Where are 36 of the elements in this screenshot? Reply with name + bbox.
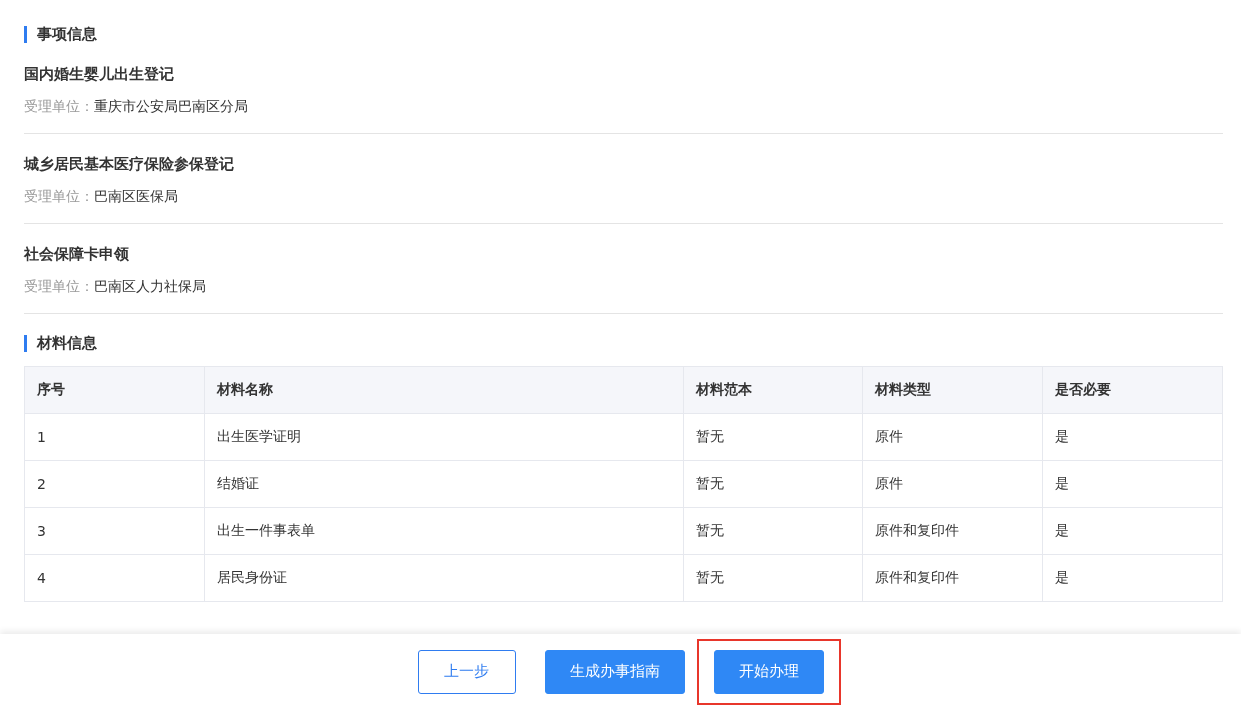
item-title: 城乡居民基本医疗保险参保登记: [24, 155, 235, 174]
table-cell: 1: [24, 413, 205, 461]
table-cell: 出生医学证明: [204, 413, 684, 461]
table-cell: 出生一件事表单: [204, 507, 684, 555]
table-cell: 原件和复印件: [862, 507, 1043, 555]
table-cell: 暂无: [683, 507, 863, 555]
agency-text: 受理单位：重庆市公安局巴南区分局: [24, 98, 249, 116]
table-cell: 居民身份证: [204, 554, 684, 602]
table-cell: 是: [1042, 460, 1223, 508]
table-cell: 是: [1042, 554, 1223, 602]
table-cell: 是: [1042, 413, 1223, 461]
action-button[interactable]: 开始办理: [713, 649, 824, 694]
agency-text: 受理单位：巴南区医保局: [24, 188, 179, 206]
column-header: 材料名称: [204, 366, 684, 414]
table-cell: 原件: [862, 413, 1043, 461]
table-cell: 结婚证: [204, 460, 684, 508]
table-cell: 3: [24, 507, 205, 555]
action-button[interactable]: 生成办事指南: [544, 649, 685, 694]
table-cell: 是: [1042, 507, 1223, 555]
column-header: 序号: [24, 366, 205, 414]
item-title: 国内婚生婴儿出生登记: [24, 65, 175, 84]
column-header: 材料类型: [862, 366, 1043, 414]
table-cell: 原件: [862, 460, 1043, 508]
table-cell: 2: [24, 460, 205, 508]
agency-text: 受理单位：巴南区人力社保局: [24, 278, 207, 296]
section-title: 事项信息: [24, 26, 1223, 43]
column-header: 材料范本: [683, 366, 863, 414]
table-cell: 4: [24, 554, 205, 602]
item-title: 社会保障卡申领: [24, 245, 130, 264]
table-cell: 暂无: [683, 460, 863, 508]
table-cell: 暂无: [683, 554, 863, 602]
back-button[interactable]: 上一步: [417, 649, 516, 694]
table-cell: 暂无: [683, 413, 863, 461]
table-cell: 原件和复印件: [862, 554, 1043, 602]
section-title: 材料信息: [24, 335, 1223, 352]
column-header: 是否必要: [1042, 366, 1223, 414]
